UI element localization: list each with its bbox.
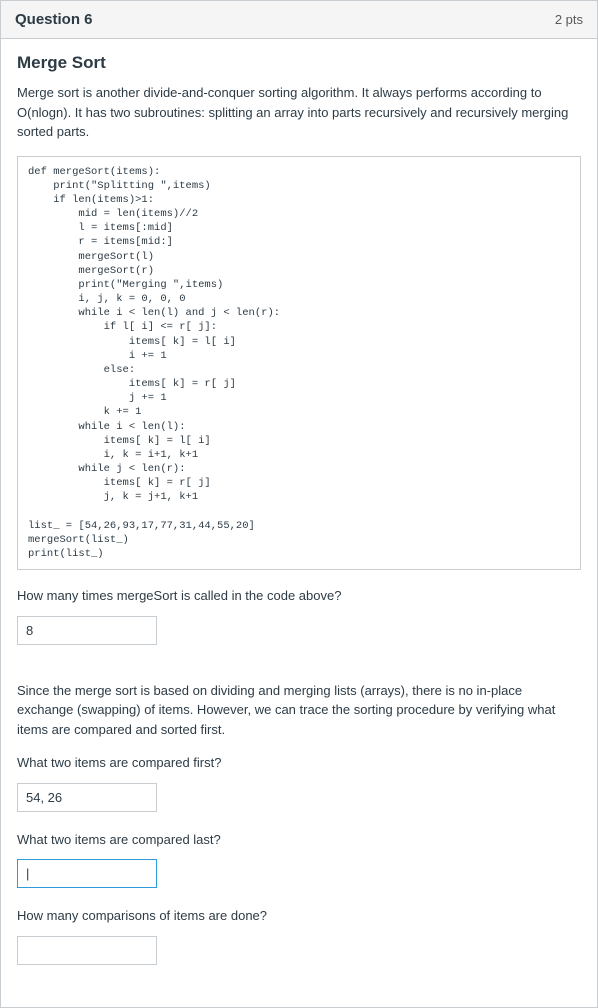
question-points: 2 pts [555, 12, 583, 27]
question-number: Question 6 [15, 11, 93, 28]
question-2-text: What two items are compared first? [17, 753, 581, 773]
intro-paragraph: Merge sort is another divide-and-conquer… [17, 83, 581, 142]
question-1-text: How many times mergeSort is called in th… [17, 586, 581, 606]
question-content: Merge Sort Merge sort is another divide-… [1, 39, 597, 1007]
question-4-input[interactable] [17, 936, 157, 965]
explanation-paragraph: Since the merge sort is based on dividin… [17, 681, 581, 740]
question-3-input[interactable] [17, 859, 157, 888]
question-header: Question 6 2 pts [1, 1, 597, 39]
code-block: def mergeSort(items): print("Splitting "… [17, 156, 581, 571]
section-title: Merge Sort [17, 53, 581, 73]
question-4-text: How many comparisons of items are done? [17, 906, 581, 926]
question-3-text: What two items are compared last? [17, 830, 581, 850]
question-1-input[interactable] [17, 616, 157, 645]
question-container: Question 6 2 pts Merge Sort Merge sort i… [0, 0, 598, 1008]
question-2-input[interactable] [17, 783, 157, 812]
